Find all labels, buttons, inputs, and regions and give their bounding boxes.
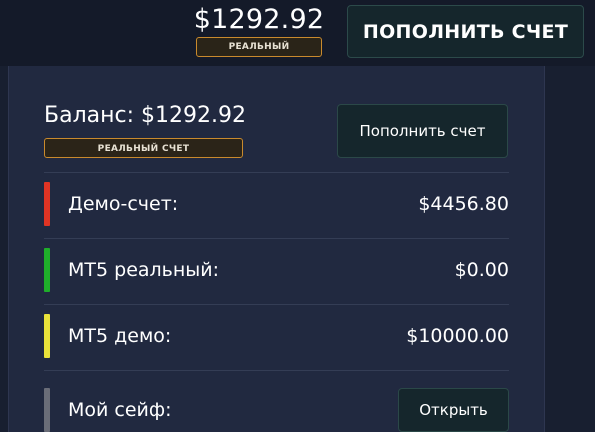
- account-name: MT5 демо:: [68, 325, 172, 347]
- background-right-edge: [545, 66, 595, 432]
- header-topup-button[interactable]: ПОПОЛНИТЬ СЧЕТ: [347, 5, 584, 58]
- account-name: MT5 реальный:: [68, 259, 220, 281]
- open-safe-button[interactable]: Открыть: [398, 388, 509, 432]
- divider: [44, 370, 509, 371]
- dropdown-account-type-badge: РЕАЛЬНЫЙ СЧЕТ: [44, 138, 243, 158]
- account-dropdown-panel: Баланс: $1292.92 РЕАЛЬНЫЙ СЧЕТ Пополнить…: [8, 66, 545, 432]
- background-left-edge: [0, 66, 8, 432]
- header-balance-widget[interactable]: $1292.92 РЕАЛЬНЫЙ: [188, 4, 330, 57]
- account-name: Демо-счет:: [68, 193, 179, 215]
- account-name: Мой сейф:: [68, 399, 172, 421]
- account-balance: $10000.00: [406, 325, 509, 347]
- mt5-demo-account-color-indicator: [44, 314, 50, 358]
- mt5-real-account-color-indicator: [44, 248, 50, 292]
- divider: [44, 304, 509, 305]
- account-balance: $0.00: [454, 259, 509, 281]
- divider: [44, 238, 509, 239]
- divider: [44, 172, 509, 173]
- account-row-demo[interactable]: Демо-счет: $4456.80: [44, 182, 509, 226]
- header-balance-amount[interactable]: $1292.92: [188, 4, 330, 36]
- demo-account-color-indicator: [44, 182, 50, 226]
- dropdown-balance: Баланс: $1292.92: [44, 103, 246, 128]
- header-account-type-badge: РЕАЛЬНЫЙ: [196, 37, 322, 57]
- account-balance: $4456.80: [418, 193, 509, 215]
- account-row-mt5-real[interactable]: MT5 реальный: $0.00: [44, 248, 509, 292]
- account-row-safe: Мой сейф: Открыть: [44, 388, 509, 432]
- dropdown-topup-button[interactable]: Пополнить счет: [337, 104, 508, 158]
- safe-account-color-indicator: [44, 388, 50, 432]
- account-row-mt5-demo[interactable]: MT5 демо: $10000.00: [44, 314, 509, 358]
